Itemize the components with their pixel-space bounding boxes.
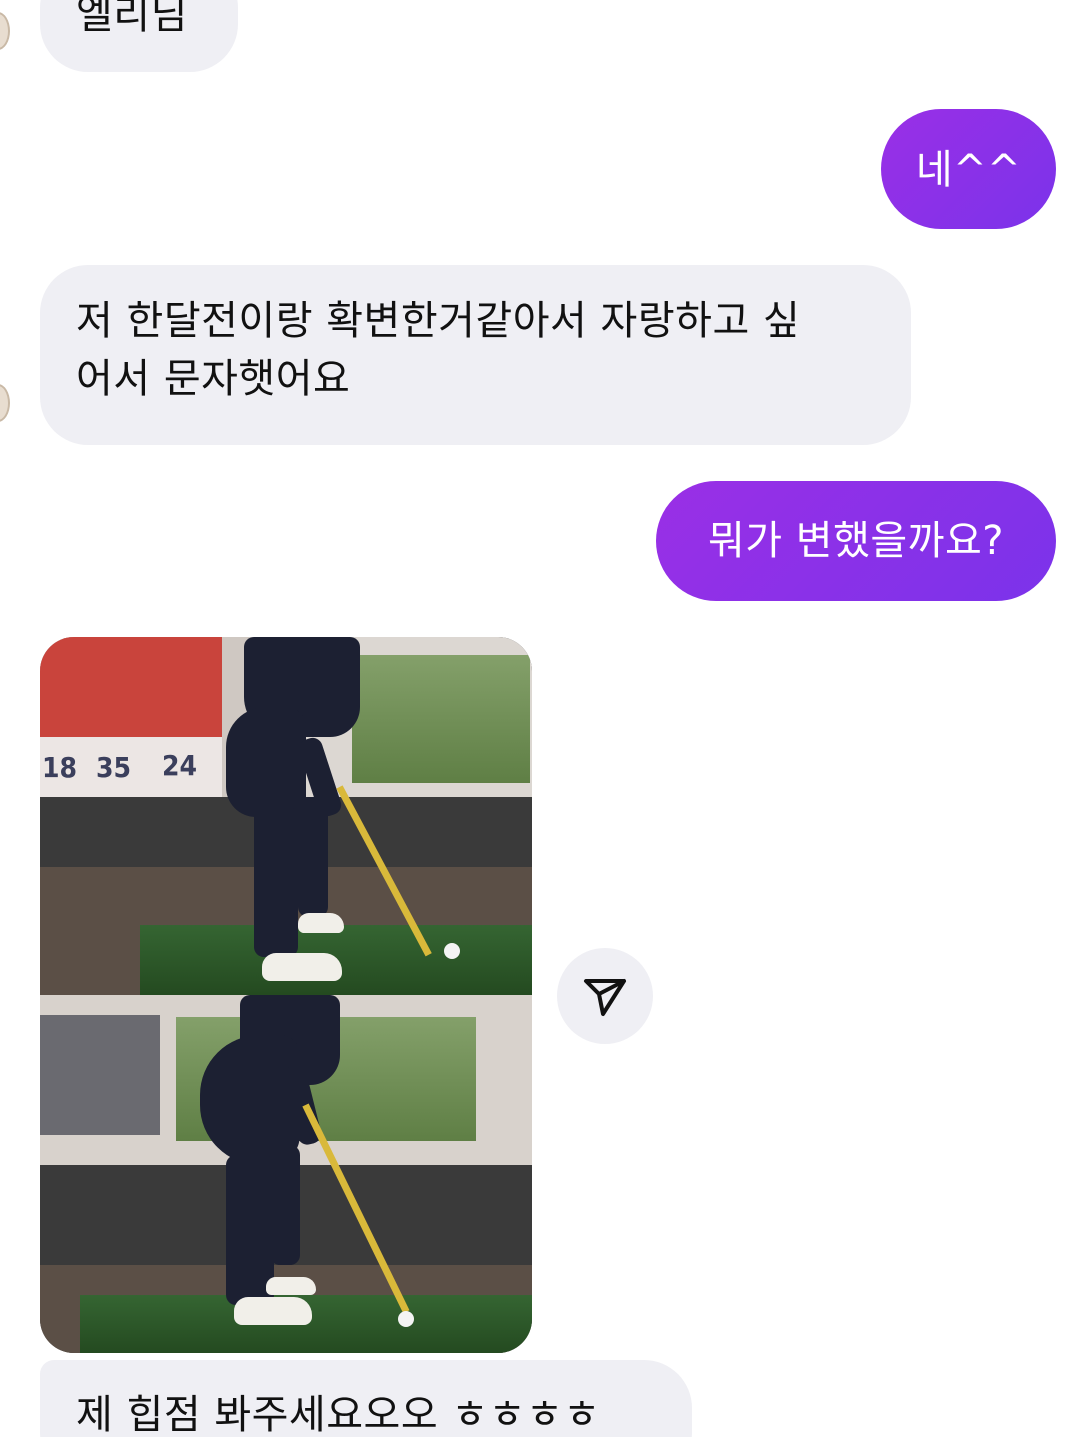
message-text: 뭐가 변했을까요? <box>707 518 1005 564</box>
message-text: 엘리님 <box>76 0 188 38</box>
send-triangle-icon <box>584 979 626 1016</box>
message-text-line: 어서 문자햇어요 <box>76 356 351 402</box>
share-button[interactable] <box>557 948 653 1044</box>
message-bubble-outgoing[interactable]: 뭐가 변했을까요? <box>656 481 1056 601</box>
scoreboard-value: 18 <box>42 751 78 784</box>
photo-panel-after <box>40 995 532 1353</box>
scoreboard-value: 35 <box>96 751 132 784</box>
message-bubble-outgoing[interactable]: 네^^ <box>881 109 1056 229</box>
sender-avatar[interactable] <box>0 12 10 50</box>
photo-message[interactable]: 18 35 24 <box>40 637 532 1353</box>
message-bubble-incoming[interactable]: 엘리님 <box>40 0 238 72</box>
scoreboard-value: 24 <box>162 749 198 782</box>
message-text: 제 힙점 봐주세요오오 ㅎㅎㅎㅎ <box>76 1392 601 1437</box>
sender-avatar[interactable] <box>0 384 10 422</box>
message-text: 네^^ <box>915 147 1022 193</box>
message-bubble-incoming[interactable]: 제 힙점 봐주세요오오 ㅎㅎㅎㅎ <box>40 1360 692 1437</box>
photo-panel-before: 18 35 24 <box>40 637 532 995</box>
message-bubble-incoming[interactable]: 저 한달전이랑 확변한거같아서 자랑하고 싶 어서 문자햇어요 <box>40 265 911 445</box>
message-text-line: 저 한달전이랑 확변한거같아서 자랑하고 싶 <box>76 298 801 344</box>
chat-thread: 엘리님 네^^ 저 한달전이랑 확변한거같아서 자랑하고 싶 어서 문자햇어요 … <box>0 0 1080 1437</box>
